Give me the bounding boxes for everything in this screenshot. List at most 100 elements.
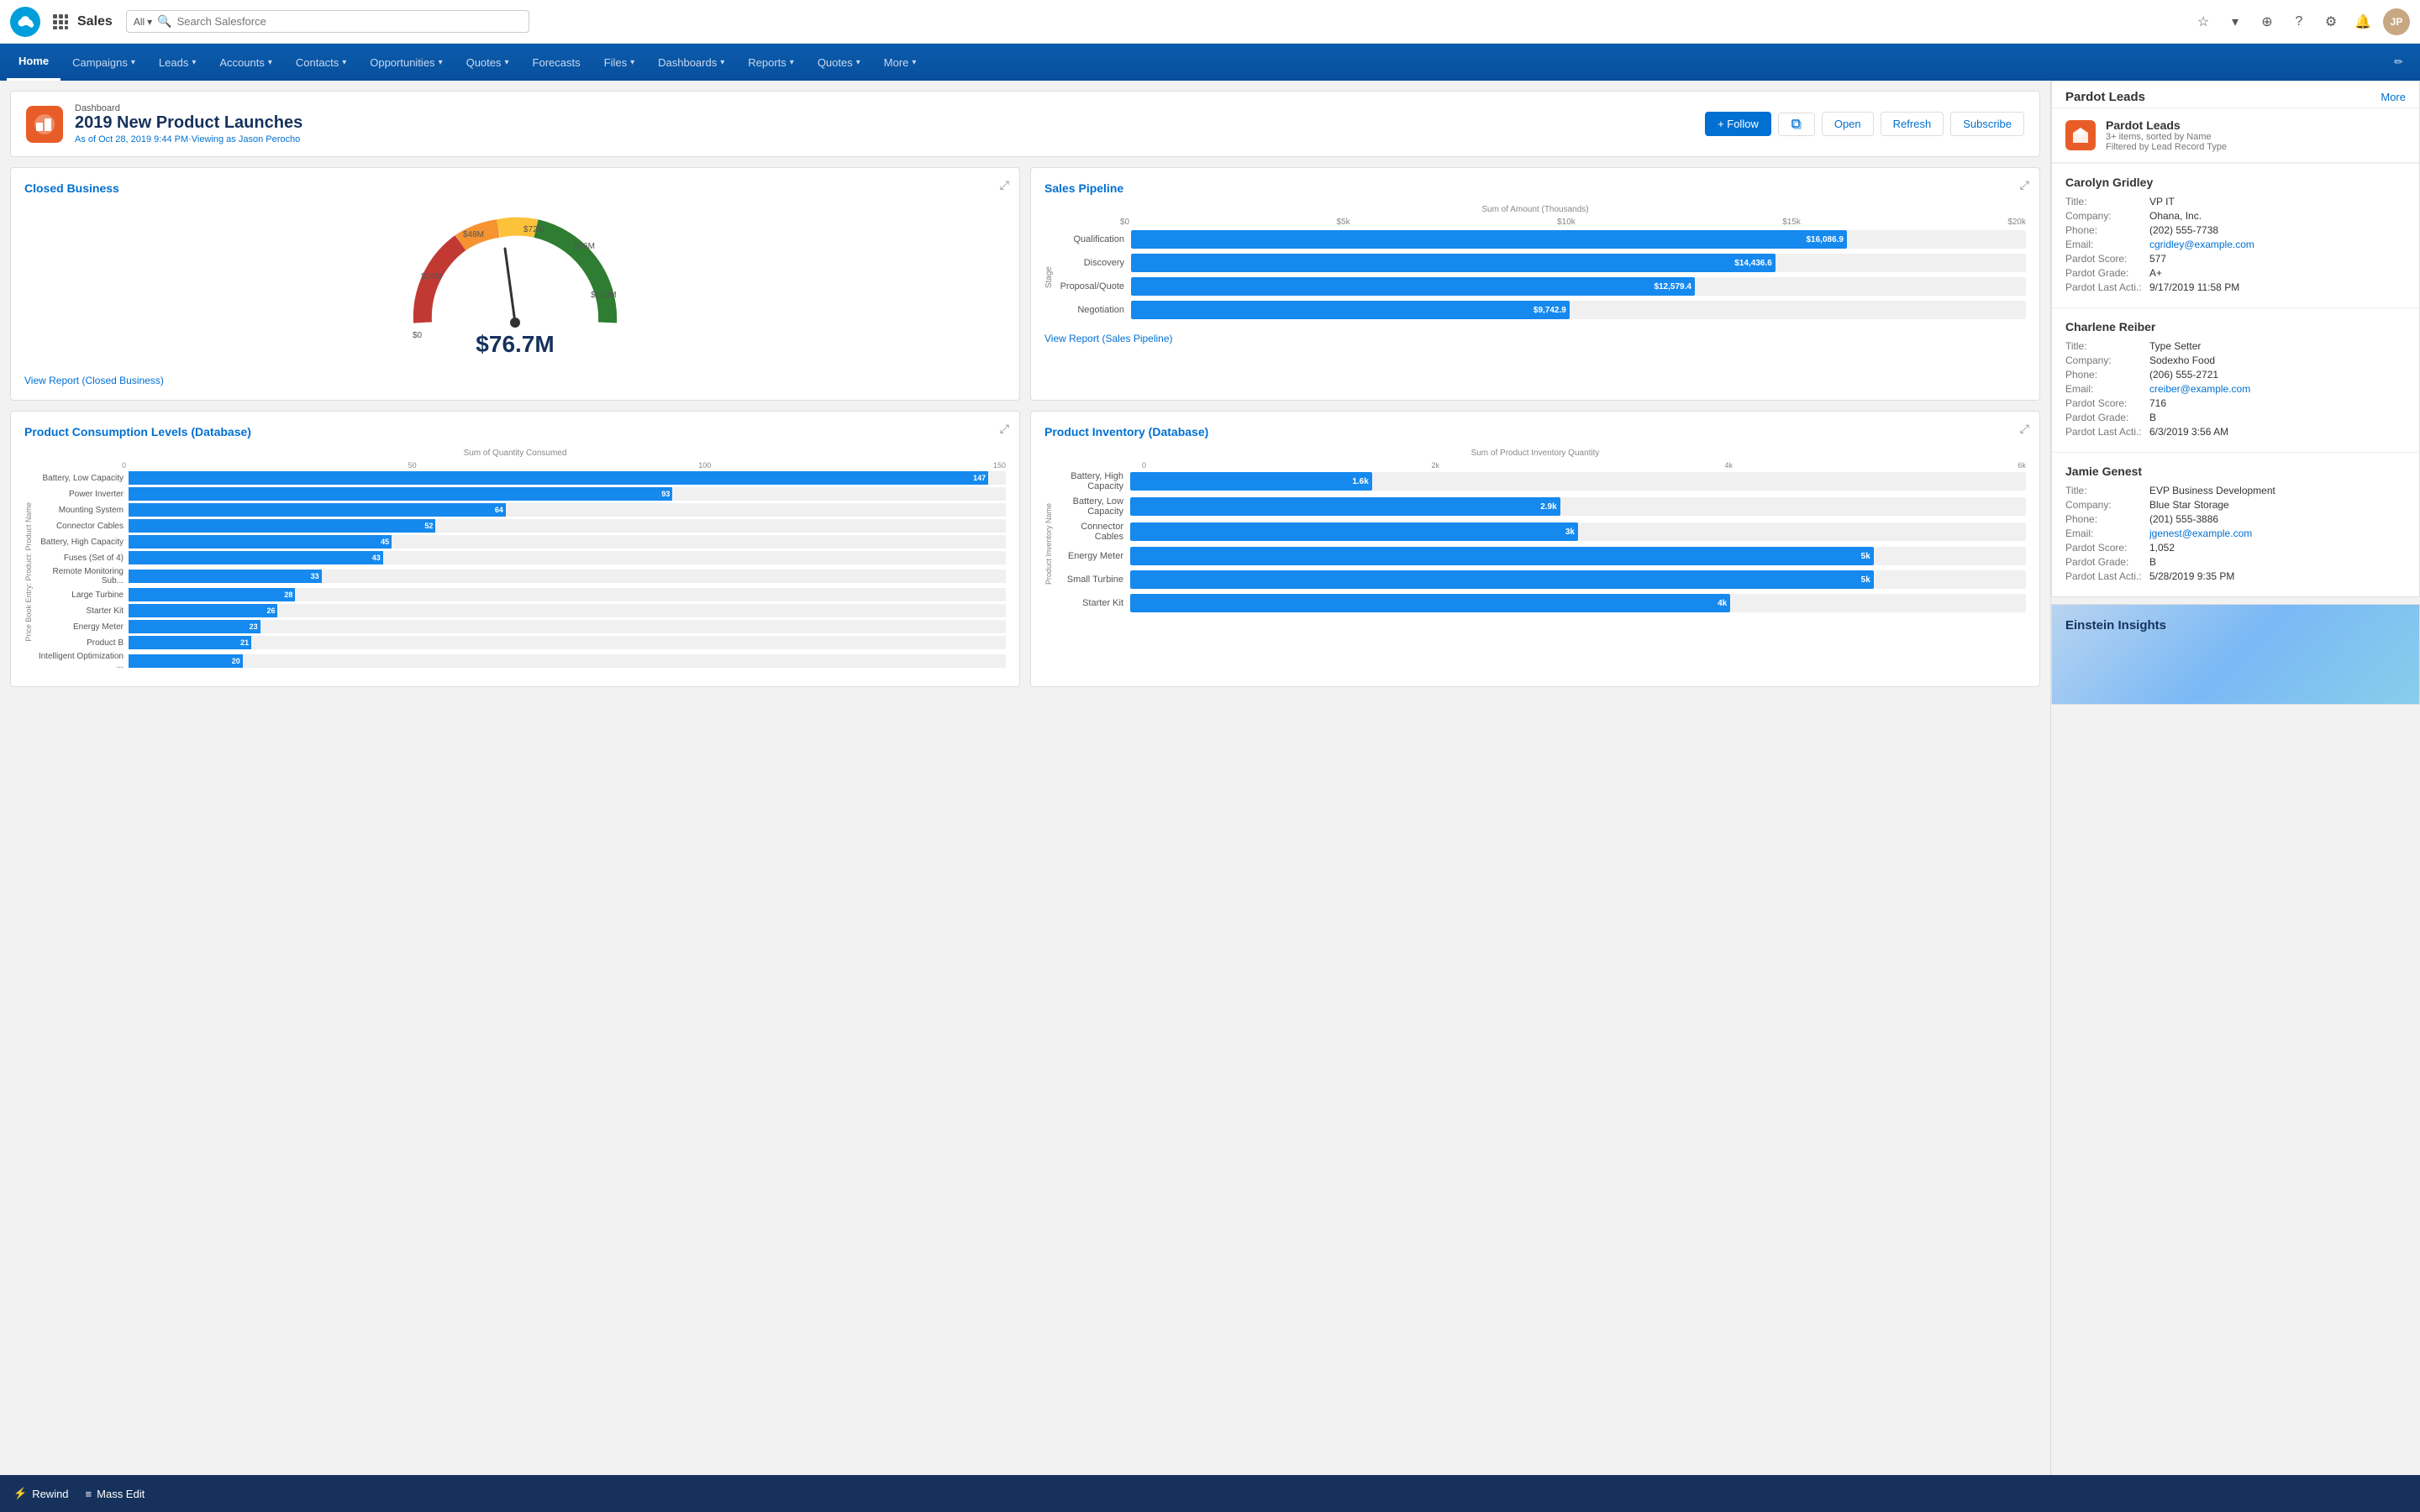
list-item: Battery, High Capacity45 bbox=[36, 535, 1006, 549]
product-inventory-chart: Product Inventory Name Battery, High Cap… bbox=[1044, 471, 2026, 617]
sales-pipeline-report-link[interactable]: View Report (Sales Pipeline) bbox=[1044, 333, 1173, 344]
lead-record-jamie: Jamie Genest Title:EVP Business Developm… bbox=[2052, 452, 2419, 596]
lead-record-charlene: Charlene Reiber Title:Type Setter Compan… bbox=[2052, 307, 2419, 452]
dashboard-icon bbox=[26, 106, 63, 143]
app-launcher-icon[interactable] bbox=[49, 10, 72, 34]
product-inventory-card: Product Inventory (Database) ⤢ Sum of Pr… bbox=[1030, 411, 2040, 687]
dashboard-area: Dashboard 2019 New Product Launches As o… bbox=[0, 81, 2050, 1512]
closed-business-title: Closed Business bbox=[24, 181, 1006, 195]
add-icon[interactable]: ⊕ bbox=[2255, 10, 2279, 34]
lead-field-pardot-last-acti: Pardot Last Acti.:6/3/2019 3:56 AM bbox=[2065, 426, 2406, 438]
tab-more[interactable]: More▾ bbox=[872, 44, 929, 81]
expand-icon[interactable]: ⤢ bbox=[2020, 178, 2029, 192]
product-consumption-bars: Battery, Low Capacity147 Power Inverter9… bbox=[36, 471, 1006, 673]
pardot-leads-section-title: Pardot Leads bbox=[2065, 90, 2145, 104]
open-button[interactable]: Open bbox=[1822, 112, 1874, 136]
closed-business-report-link[interactable]: View Report (Closed Business) bbox=[24, 375, 164, 386]
tab-leads[interactable]: Leads▾ bbox=[147, 44, 208, 81]
pardot-leads-header-sub2: Filtered by Lead Record Type bbox=[2106, 142, 2406, 152]
mass-edit-icon: ≡ bbox=[86, 1488, 92, 1500]
list-item: Power Inverter93 bbox=[36, 487, 1006, 501]
salesforce-logo[interactable] bbox=[10, 7, 40, 37]
product-consumption-chart: Price Book Entry: Product: Product Name … bbox=[24, 471, 1006, 673]
product-consumption-title: Product Consumption Levels (Database) bbox=[24, 425, 1006, 438]
sales-pipeline-card: Sales Pipeline ⤢ Sum of Amount (Thousand… bbox=[1030, 167, 2040, 401]
clone-button[interactable] bbox=[1778, 113, 1815, 136]
nav-right-actions: ☆ ▾ ⊕ ? ⚙ 🔔 JP bbox=[2191, 8, 2410, 35]
list-item: Product B21 bbox=[36, 636, 1006, 649]
list-item: Connector Cables52 bbox=[36, 519, 1006, 533]
rewind-icon: ⚡ bbox=[13, 1487, 27, 1500]
pardot-leads-header-sub1: 3+ items, sorted by Name bbox=[2106, 132, 2406, 142]
list-item: Battery, High Capacity1.6k bbox=[1056, 471, 2026, 491]
tab-opportunities[interactable]: Opportunities▾ bbox=[358, 44, 454, 81]
tab-files[interactable]: Files▾ bbox=[592, 44, 646, 81]
lead-field-title: Title:Type Setter bbox=[2065, 340, 2406, 352]
lead-field-title: Title:EVP Business Development bbox=[2065, 485, 2406, 496]
tab-accounts[interactable]: Accounts▾ bbox=[208, 44, 284, 81]
lead-field-pardot-last-acti: Pardot Last Acti.:5/28/2019 9:35 PM bbox=[2065, 570, 2406, 582]
svg-text:$0: $0 bbox=[413, 331, 423, 339]
list-item: Battery, Low Capacity147 bbox=[36, 471, 1006, 485]
chevron-down-icon: ▾ bbox=[720, 58, 724, 67]
clone-icon bbox=[1791, 118, 1802, 130]
product-inventory-axis-label: Sum of Product Inventory Quantity bbox=[1044, 449, 2026, 458]
list-item: Intelligent Optimization ...20 bbox=[36, 652, 1006, 670]
dashboard-title: 2019 New Product Launches bbox=[75, 113, 1705, 133]
lead-record-carolyn: Carolyn Gridley Title:VP IT Company:Ohan… bbox=[2052, 163, 2419, 307]
lead-name[interactable]: Carolyn Gridley bbox=[2065, 176, 2406, 189]
chevron-down-icon: ▾ bbox=[505, 58, 509, 67]
expand-icon[interactable]: ⤢ bbox=[2020, 422, 2029, 436]
mass-edit-button[interactable]: ≡ Mass Edit bbox=[86, 1488, 145, 1500]
tab-quotes2[interactable]: Quotes▾ bbox=[806, 44, 872, 81]
pardot-leads-icon bbox=[2065, 120, 2096, 150]
product-consumption-axis-label: Sum of Quantity Consumed bbox=[24, 449, 1006, 458]
sales-pipeline-title: Sales Pipeline bbox=[1044, 181, 2026, 195]
pardot-leads-more-link[interactable]: More bbox=[2381, 91, 2406, 103]
notifications-icon[interactable]: 🔔 bbox=[2351, 10, 2375, 34]
list-item: Energy Meter23 bbox=[36, 620, 1006, 633]
follow-button[interactable]: + Follow bbox=[1705, 112, 1771, 136]
refresh-button[interactable]: Refresh bbox=[1881, 112, 1944, 136]
search-input[interactable] bbox=[177, 15, 522, 28]
tab-dashboards[interactable]: Dashboards▾ bbox=[646, 44, 736, 81]
lead-name[interactable]: Jamie Genest bbox=[2065, 465, 2406, 478]
chevron-down-icon: ▾ bbox=[131, 58, 135, 67]
dashboard-label: Dashboard bbox=[75, 103, 1705, 113]
gauge-container: $0 $24M $48M $72M $96M $120M $76.7M bbox=[24, 205, 1006, 366]
product-inventory-title: Product Inventory (Database) bbox=[1044, 425, 2026, 438]
lead-name[interactable]: Charlene Reiber bbox=[2065, 320, 2406, 333]
help-icon[interactable]: ? bbox=[2287, 10, 2311, 34]
search-bar[interactable]: All ▾ 🔍 bbox=[126, 10, 529, 33]
list-item: Small Turbine5k bbox=[1056, 570, 2026, 589]
rewind-button[interactable]: ⚡ Rewind bbox=[13, 1487, 69, 1500]
dashboard-actions: + Follow Open Refresh Subscribe bbox=[1705, 112, 2024, 136]
user-avatar[interactable]: JP bbox=[2383, 8, 2410, 35]
search-prefix[interactable]: All ▾ bbox=[134, 16, 152, 28]
favorites-list-icon[interactable]: ▾ bbox=[2223, 10, 2247, 34]
tab-campaigns[interactable]: Campaigns▾ bbox=[60, 44, 147, 81]
expand-icon[interactable]: ⤢ bbox=[1000, 178, 1009, 192]
expand-icon[interactable]: ⤢ bbox=[1000, 422, 1009, 436]
list-item: Mounting System64 bbox=[36, 503, 1006, 517]
right-panel: Pardot Leads More Pardot Leads 3+ items,… bbox=[2050, 81, 2420, 1512]
svg-text:$48M: $48M bbox=[463, 230, 484, 239]
nav-edit-icon[interactable]: ✏ bbox=[2384, 44, 2413, 81]
lead-field-pardot-grade: Pardot Grade:B bbox=[2065, 412, 2406, 423]
tab-contacts[interactable]: Contacts▾ bbox=[284, 44, 358, 81]
lead-field-pardot-score: Pardot Score:716 bbox=[2065, 397, 2406, 409]
dashboard-title-section: Dashboard 2019 New Product Launches As o… bbox=[75, 103, 1705, 144]
tab-forecasts[interactable]: Forecasts bbox=[521, 44, 592, 81]
subscribe-button[interactable]: Subscribe bbox=[1950, 112, 2024, 136]
chevron-down-icon: ▾ bbox=[912, 58, 916, 67]
tab-home[interactable]: Home bbox=[7, 44, 60, 81]
tab-quotes[interactable]: Quotes▾ bbox=[455, 44, 521, 81]
bar-proposal: Proposal/Quote $12,579.4 bbox=[1057, 277, 2026, 296]
settings-icon[interactable]: ⚙ bbox=[2319, 10, 2343, 34]
lead-field-phone: Phone:(202) 555-7738 bbox=[2065, 224, 2406, 236]
tab-reports[interactable]: Reports▾ bbox=[736, 44, 806, 81]
favorites-icon[interactable]: ☆ bbox=[2191, 10, 2215, 34]
main-navigation: Home Campaigns▾ Leads▾ Accounts▾ Contact… bbox=[0, 44, 2420, 81]
lead-field-phone: Phone:(206) 555-2721 bbox=[2065, 369, 2406, 381]
chevron-down-icon: ▾ bbox=[439, 58, 443, 67]
